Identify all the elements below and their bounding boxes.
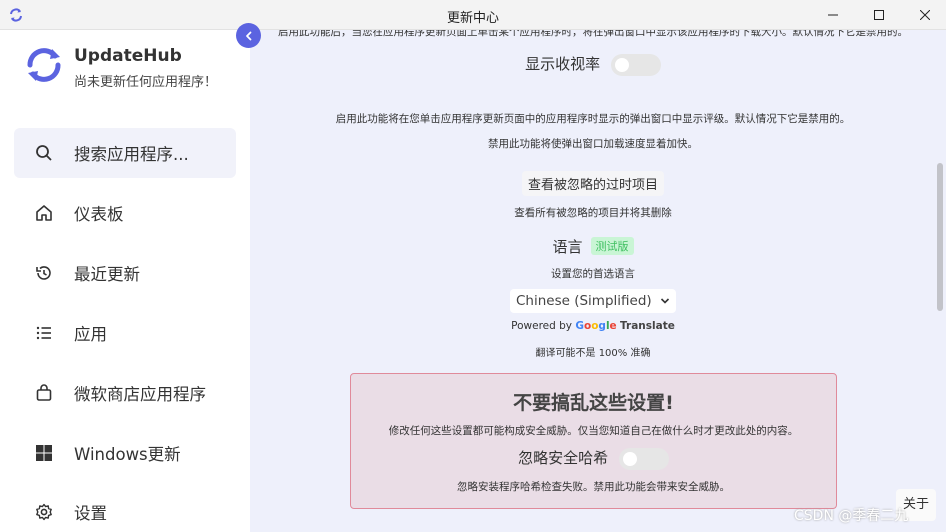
ignore-hash-label: 忽略安全哈希 (518, 449, 609, 467)
beta-badge: 测试版 (590, 237, 634, 255)
home-icon (36, 205, 52, 221)
sidebar-item-label: 微软商店应用程序 (74, 385, 206, 404)
language-label: 语言 (552, 238, 583, 256)
sidebar: UpdateHub 尚未更新任何应用程序！ 搜索应用程序... 仪表板 最近更新… (0, 30, 250, 532)
language-description: 设置您的首选语言 (551, 268, 635, 280)
search-apps-label: 搜索应用程序... (74, 145, 189, 164)
danger-zone-panel: 不要搞乱这些设置! 修改任何这些设置都可能构成安全威胁。仅当您知道自己在做什么时… (350, 373, 837, 509)
ratings-setting-row: 显示收视率 (250, 53, 936, 76)
ignore-hash-description: 忽略安装程序哈希检查失败。禁用此功能会带来安全威胁。 (457, 481, 730, 493)
ratings-description-2: 禁用此功能将使弹出窗口加载速度显着加快。 (488, 138, 698, 150)
language-select-value: Chinese (Simplified) (516, 293, 652, 309)
sidebar-item-settings[interactable]: 设置 (14, 487, 236, 532)
history-icon (36, 266, 51, 280)
search-icon (36, 145, 52, 161)
language-row: 语言 测试版 (250, 236, 936, 257)
language-select[interactable]: Chinese (Simplified) (510, 289, 676, 313)
windows-logo-icon (36, 445, 52, 461)
translation-note: 翻译可能不是 100% 准确 (535, 348, 651, 359)
sidebar-item-label: 应用 (74, 325, 107, 344)
ratings-toggle[interactable] (610, 53, 661, 76)
collapse-sidebar-button[interactable] (236, 23, 261, 48)
sidebar-item-dashboard[interactable]: 仪表板 (14, 188, 236, 238)
close-icon (920, 10, 930, 20)
csdn-watermark: CSDN @季春二九 (794, 508, 909, 524)
ignore-hash-toggle[interactable] (618, 447, 669, 470)
powered-by-google-translate: Powered by Google Translate (250, 320, 936, 332)
download-size-description: 启用此功能后，当您在应用程序更新页面上单击某个应用程序时，将在弹出窗口中显示该应… (278, 30, 908, 38)
maximize-icon (874, 10, 884, 20)
sidebar-item-windows-update[interactable]: Windows更新 (14, 428, 236, 478)
sidebar-item-label: Windows更新 (74, 445, 181, 464)
google-logo: Google (575, 320, 617, 332)
title-bar: 更新中心 (0, 0, 946, 30)
app-status-subtitle: 尚未更新任何应用程序！ (74, 75, 218, 90)
powered-by-label: Powered by (511, 320, 572, 332)
minimize-icon (828, 14, 838, 16)
sidebar-item-label: 设置 (74, 504, 107, 523)
maximize-button[interactable] (856, 0, 902, 30)
gear-icon (36, 503, 52, 521)
sidebar-item-apps[interactable]: 应用 (14, 308, 236, 358)
ratings-label: 显示收视率 (525, 55, 601, 73)
settings-page: 启用此功能后，当您在应用程序更新页面上单击某个应用程序时，将在弹出窗口中显示该应… (250, 30, 946, 532)
danger-description: 修改任何这些设置都可能构成安全威胁。仅当您知道自己在做什么时才更改此处的内容。 (388, 425, 799, 437)
translate-label: Translate (620, 320, 675, 332)
sidebar-item-label: 仪表板 (74, 205, 124, 224)
app-name: UpdateHub (74, 46, 182, 66)
danger-title: 不要搞乱这些设置! (513, 392, 674, 414)
store-bag-icon (36, 384, 52, 401)
ignored-description: 查看所有被忽略的项目并将其删除 (514, 207, 672, 219)
chevron-down-icon (660, 298, 670, 304)
list-icon (36, 326, 51, 340)
sidebar-item-recent-updates[interactable]: 最近更新 (14, 248, 236, 298)
view-ignored-button[interactable]: 查看被忽略的过时项目 (521, 171, 664, 196)
sidebar-item-label: 最近更新 (74, 265, 140, 284)
minimize-button[interactable] (810, 0, 856, 30)
ratings-description: 启用此功能将在您单击应用程序更新页面中的应用程序时显示的弹出窗口中显示评级。默认… (335, 113, 851, 125)
ignore-hash-row: 忽略安全哈希 (351, 447, 836, 470)
sidebar-item-ms-store[interactable]: 微软商店应用程序 (14, 368, 236, 418)
chevron-left-icon (245, 31, 251, 40)
updatehub-logo-icon (27, 48, 61, 82)
vertical-scrollbar[interactable] (937, 163, 943, 311)
search-apps-button[interactable]: 搜索应用程序... (14, 128, 236, 178)
window-title: 更新中心 (446, 11, 499, 26)
close-button[interactable] (902, 0, 946, 30)
